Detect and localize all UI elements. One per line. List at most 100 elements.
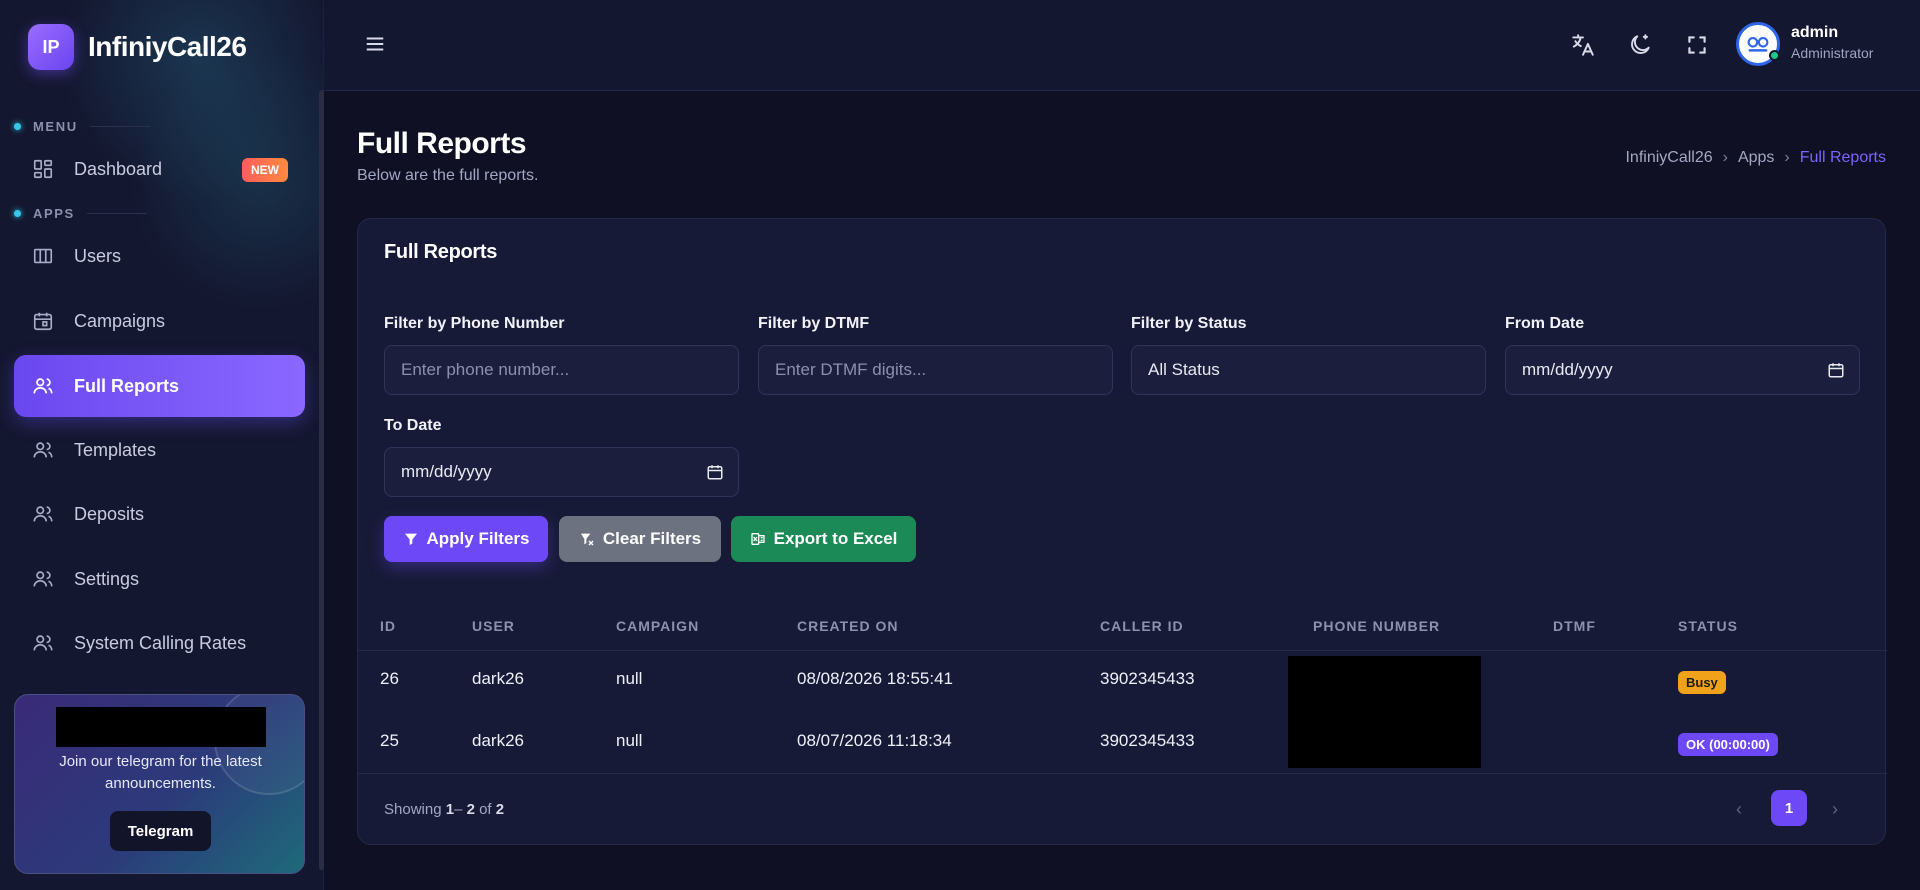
sidebar-item-label: Deposits [74, 503, 145, 524]
filter-icon [404, 533, 417, 545]
sidebar-item-label: System Calling Rates [74, 632, 247, 653]
pagination-summary: Showing 1– 2 of 2 [384, 801, 504, 818]
cell-user: dark26 [472, 669, 524, 688]
breadcrumb-home[interactable]: InfiniyCall26 [1625, 149, 1712, 167]
section-dot [14, 210, 21, 217]
sidebar-item-full-reports[interactable]: Full Reports [14, 355, 305, 417]
column-header[interactable]: PHONE NUMBER [1313, 618, 1440, 634]
sidebar-item-settings[interactable]: Settings [14, 548, 305, 610]
showing-from: 1 [445, 801, 455, 818]
card-title: Full Reports [384, 241, 498, 263]
breadcrumb-separator: › [1722, 149, 1728, 166]
section-label-menu: MENU [14, 119, 150, 134]
breadcrumb: InfiniyCall26 › Apps › Full Reports [1625, 149, 1886, 167]
from-date-input[interactable]: mm/dd/yyyy [1505, 345, 1860, 395]
section-dot [14, 123, 21, 130]
users-icon [32, 503, 54, 525]
app-root: IP InfiniyCall26 MENU Dashboard NEW APPS… [0, 0, 1920, 890]
column-header[interactable]: CAMPAIGN [616, 618, 699, 634]
showing-to: 2 [466, 801, 475, 818]
cell-id: 26 [380, 669, 399, 688]
button-label: Export to Excel [773, 529, 898, 548]
topbar: admin Administrator [324, 0, 1920, 91]
pagination-prev-icon[interactable]: ‹ [1736, 799, 1742, 820]
breadcrumb-current: Full Reports [1799, 149, 1886, 166]
brand[interactable]: IP InfiniyCall26 [28, 24, 247, 70]
table-row[interactable]: 25 dark26 null 08/07/2026 11:18:34 39023… [358, 723, 1887, 785]
calendar-icon[interactable] [1827, 361, 1845, 379]
column-header[interactable]: USER [472, 618, 515, 634]
breadcrumb-separator: › [1784, 149, 1790, 166]
apply-filters-button[interactable]: Apply Filters [384, 516, 548, 562]
column-header[interactable]: CALLER ID [1100, 618, 1184, 634]
breadcrumb-apps[interactable]: Apps [1738, 149, 1774, 167]
table-header: ID USER CAMPAIGN CREATED ON CALLER ID PH… [358, 601, 1887, 651]
redacted-block [56, 707, 266, 747]
sidebar-item-deposits[interactable]: Deposits [14, 483, 305, 545]
to-date-placeholder: mm/dd/yyyy [401, 462, 492, 481]
avatar[interactable] [1736, 22, 1780, 66]
filter-clear-icon [580, 533, 594, 546]
showing-total: 2 [495, 801, 505, 818]
phone-filter-label: Filter by Phone Number [384, 315, 565, 332]
columns-icon [32, 245, 54, 267]
brand-name: InfiniyCall26 [88, 31, 247, 62]
button-label: Apply Filters [426, 529, 530, 548]
menu-icon[interactable] [364, 33, 386, 55]
user-role: Administrator [1791, 45, 1874, 61]
export-excel-button[interactable]: Export to Excel [731, 516, 916, 562]
calendar-icon[interactable] [706, 463, 724, 481]
sidebar-item-templates[interactable]: Templates [14, 419, 305, 481]
translate-icon[interactable] [1570, 32, 1596, 58]
status-badge: Busy [1678, 671, 1726, 694]
sidebar-item-label: Settings [74, 568, 140, 589]
sidebar: IP InfiniyCall26 MENU Dashboard NEW APPS… [0, 0, 324, 890]
pagination-next-icon[interactable]: › [1832, 799, 1838, 820]
telegram-promo-card: Join our telegram for the latest announc… [14, 694, 305, 874]
phone-filter-input[interactable]: Enter phone number... [384, 345, 739, 395]
section-divider [86, 213, 147, 214]
dtmf-filter-input[interactable]: Enter DTMF digits... [758, 345, 1113, 395]
section-divider [89, 126, 150, 127]
status-filter-select[interactable]: All Status [1131, 345, 1486, 395]
sidebar-item-users[interactable]: Users [14, 225, 305, 287]
to-date-input[interactable]: mm/dd/yyyy [384, 447, 739, 497]
button-label: Clear Filters [602, 529, 702, 548]
users-icon [32, 375, 54, 397]
excel-icon [750, 533, 765, 545]
theme-moon-icon[interactable] [1627, 32, 1653, 58]
user-name[interactable]: admin [1791, 24, 1838, 42]
sidebar-item-dashboard[interactable]: Dashboard NEW [14, 138, 305, 200]
sidebar-scrollbar[interactable] [319, 90, 324, 870]
users-icon [32, 568, 54, 590]
users-icon [32, 439, 54, 461]
page-subtitle: Below are the full reports. [357, 167, 539, 184]
online-status-dot [1769, 50, 1780, 61]
column-header[interactable]: CREATED ON [797, 618, 899, 634]
table-row[interactable]: 26 dark26 null 08/08/2026 18:55:41 39023… [358, 661, 1887, 723]
column-header[interactable]: DTMF [1553, 618, 1596, 634]
showing-of: of [479, 801, 492, 818]
status-badge: OK (00:00:00) [1678, 733, 1778, 756]
section-text: MENU [33, 119, 78, 134]
pagination-page-current[interactable]: 1 [1771, 790, 1807, 826]
sidebar-item-system-calling-rates[interactable]: System Calling Rates [14, 612, 305, 674]
clear-filters-button[interactable]: Clear Filters [559, 516, 721, 562]
cell-user: dark26 [472, 731, 524, 750]
dashboard-icon [32, 158, 54, 180]
sidebar-item-campaigns[interactable]: Campaigns [14, 290, 305, 352]
promo-text: Join our telegram for the latest announc… [59, 753, 262, 792]
page-title: Full Reports [357, 127, 527, 160]
users-icon [32, 632, 54, 654]
column-header[interactable]: STATUS [1678, 618, 1738, 634]
cell-created-on: 08/07/2026 11:18:34 [797, 731, 952, 750]
cell-campaign: null [616, 731, 643, 750]
telegram-button[interactable]: Telegram [110, 811, 211, 851]
column-header[interactable]: ID [380, 618, 396, 634]
cell-caller-id: 3902345433 [1100, 669, 1195, 688]
from-date-placeholder: mm/dd/yyyy [1522, 360, 1613, 379]
sidebar-item-label: Users [74, 245, 122, 266]
sidebar-item-label: Dashboard [74, 158, 163, 179]
cell-campaign: null [616, 669, 643, 688]
fullscreen-icon[interactable] [1684, 32, 1710, 58]
